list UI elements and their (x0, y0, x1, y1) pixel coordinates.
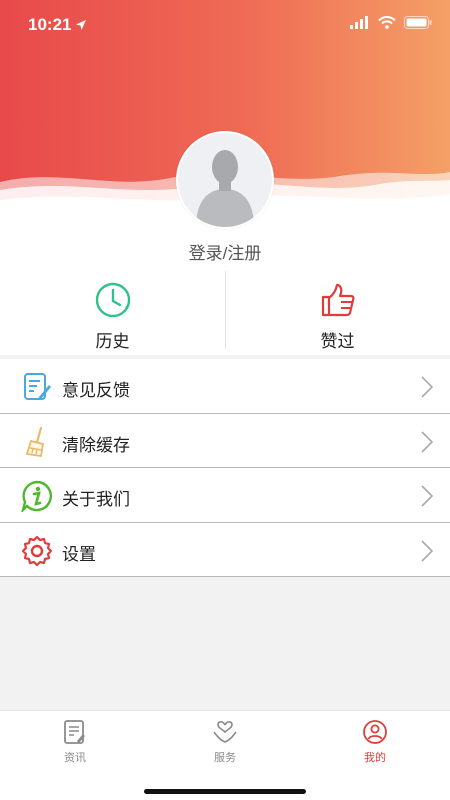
liked-label: 赞过 (320, 332, 355, 351)
feedback-icon (24, 373, 51, 400)
menu-label-clear-cache: 清除缓存 (62, 435, 130, 455)
chevron-right-icon (421, 485, 434, 507)
status-bar: 10:21 (0, 0, 450, 50)
user-icon (363, 720, 387, 744)
clock-icon (95, 282, 131, 318)
status-time: 10:21 (28, 15, 72, 34)
login-register-link[interactable]: 登录/注册 (0, 239, 450, 264)
menu-label-about-us: 关于我们 (62, 490, 130, 509)
chevron-right-icon (421, 539, 434, 562)
tab-services[interactable]: 服务 (150, 711, 300, 771)
status-icons (350, 16, 432, 29)
profile-section: 登录/注册 历史 赞过 (0, 215, 450, 355)
tab-label-news: 资讯 (64, 752, 86, 764)
gear-icon (21, 535, 53, 566)
menu-item-feedback[interactable]: 意见反馈 (0, 359, 450, 414)
menu-item-settings[interactable]: 设置 (0, 523, 450, 577)
settings-menu: 意见反馈 清除缓存 关于我们 设置 (0, 359, 450, 577)
tab-mine[interactable]: 我的 (300, 711, 450, 771)
history-button[interactable]: 历史 (0, 275, 225, 355)
history-label: 历史 (95, 332, 130, 351)
chevron-right-icon (421, 430, 434, 453)
menu-label-feedback: 意见反馈 (62, 381, 130, 400)
liked-button[interactable]: 赞过 (225, 275, 450, 355)
tab-news[interactable]: 资讯 (0, 711, 150, 771)
bottom-tab-bar: 资讯 服务 我的 (0, 710, 450, 800)
broom-icon (25, 426, 45, 457)
news-icon (64, 720, 85, 744)
thumbs-up-icon (321, 283, 355, 317)
home-indicator (144, 789, 306, 794)
info-icon (21, 480, 52, 512)
chevron-right-icon (421, 376, 434, 398)
default-avatar-icon (178, 133, 272, 227)
cellular-signal-icon (350, 16, 368, 29)
wifi-icon (378, 16, 396, 29)
menu-label-settings: 设置 (62, 544, 96, 564)
battery-icon (404, 16, 432, 29)
tab-label-mine: 我的 (364, 752, 386, 764)
avatar[interactable] (176, 131, 274, 229)
menu-item-clear-cache[interactable]: 清除缓存 (0, 414, 450, 468)
menu-item-about-us[interactable]: 关于我们 (0, 468, 450, 523)
location-arrow-icon (76, 20, 86, 30)
tab-label-services: 服务 (214, 752, 236, 764)
heart-hands-icon (213, 721, 237, 743)
